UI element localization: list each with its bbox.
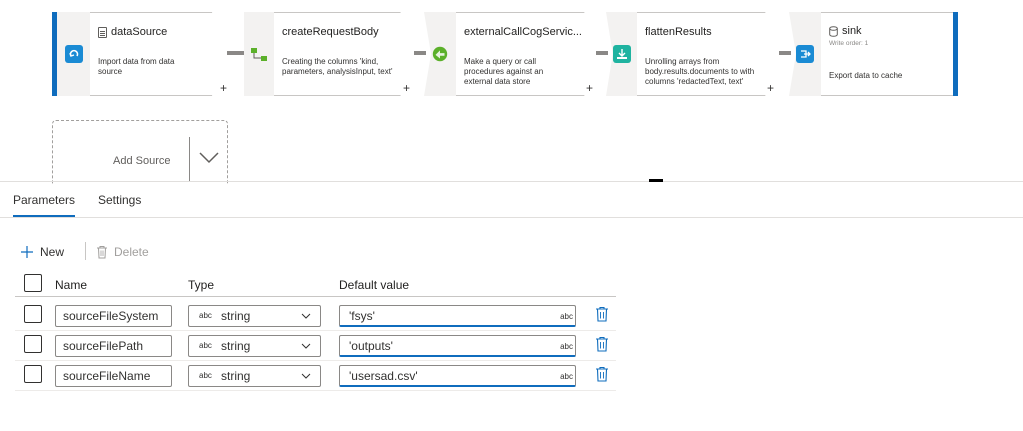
parameter-name-input[interactable]: sourceFileName — [55, 365, 172, 387]
external-call-icon-box[interactable] — [424, 12, 456, 96]
expression-abc-icon: abc — [560, 342, 573, 351]
parameter-type-dropdown[interactable]: abc string — [188, 305, 321, 327]
parameter-default-input[interactable]: 'usersad.csv' abc — [339, 365, 576, 387]
node-datasource-desc: Import data from data source — [98, 57, 175, 76]
default-value-text: 'usersad.csv' — [349, 369, 418, 383]
trash-icon — [97, 246, 107, 259]
row-checkbox[interactable] — [24, 305, 42, 323]
properties-tabs: Parameters Settings — [0, 186, 1023, 218]
node-externalcall[interactable]: externalCallCogServic... Make a query or… — [456, 12, 600, 96]
row-checkbox[interactable] — [24, 365, 42, 383]
delete-button-label: Delete — [114, 245, 149, 259]
node-externalcall-title: externalCallCogServic... — [464, 26, 582, 38]
type-abc-icon: abc — [199, 311, 212, 320]
row-delete-trash-icon[interactable] — [595, 336, 609, 352]
add-transform-button[interactable]: + — [586, 82, 593, 94]
default-value-text: 'outputs' — [349, 339, 393, 353]
parameter-type-dropdown[interactable]: abc string — [188, 335, 321, 357]
dataflow-stream: dataSource Import data from data source … — [52, 12, 958, 96]
expression-abc-icon: abc — [560, 372, 573, 381]
database-icon — [829, 25, 838, 37]
connector-line — [414, 51, 426, 55]
panel-splitter — [0, 181, 1023, 182]
add-source-box[interactable]: Add Source — [52, 120, 228, 184]
node-createrequestbody-title: createRequestBody — [282, 26, 379, 38]
parameter-name-input[interactable]: sourceFileSystem — [55, 305, 172, 327]
expression-abc-icon: abc — [560, 312, 573, 321]
dataflow-canvas: dataSource Import data from data source … — [0, 0, 1023, 184]
node-sink-write-order: Write order: 1 — [829, 40, 869, 47]
add-source-label: Add Source — [113, 155, 171, 167]
connector-line — [779, 51, 791, 55]
node-createrequestbody-desc: Creating the columns 'kind, parameters, … — [282, 57, 393, 76]
chevron-down-icon — [301, 343, 311, 349]
splitter-handle[interactable] — [649, 179, 663, 182]
connector-line — [227, 51, 244, 55]
connector-line — [596, 51, 608, 55]
node-datasource-title: dataSource — [98, 26, 167, 38]
chevron-down-icon[interactable] — [199, 147, 219, 167]
add-source-separator — [189, 137, 190, 181]
flatten-icon-box[interactable] — [606, 12, 637, 96]
document-icon — [98, 26, 107, 38]
node-externalcall-desc: Make a query or call procedures against … — [464, 57, 544, 86]
derived-column-icon — [250, 45, 268, 63]
chevron-down-icon — [301, 373, 311, 379]
add-transform-button[interactable]: + — [767, 82, 774, 94]
node-sink[interactable]: sink Write order: 1 Export data to cache — [821, 12, 953, 96]
new-button[interactable]: New — [20, 242, 64, 262]
plus-icon — [21, 246, 33, 258]
table-row: sourceFileName abc string 'usersad.csv' … — [15, 361, 616, 391]
node-flattenresults-desc: Unrolling arrays from body.results.docum… — [645, 57, 755, 86]
type-abc-icon: abc — [199, 371, 212, 380]
table-row: sourceFilePath abc string 'outputs' abc — [15, 331, 616, 361]
node-flattenresults[interactable]: flattenResults Unrolling arrays from bod… — [637, 12, 781, 96]
parameters-grid-header: Name Type Default value — [15, 270, 616, 297]
flatten-icon — [612, 45, 631, 63]
external-call-icon — [431, 45, 449, 63]
type-abc-icon: abc — [199, 341, 212, 350]
type-value: string — [221, 339, 251, 353]
type-value: string — [221, 309, 251, 323]
chevron-down-icon — [301, 313, 311, 319]
sink-icon-box[interactable] — [789, 12, 821, 96]
derived-column-icon-box[interactable] — [244, 12, 274, 96]
node-flattenresults-title: flattenResults — [645, 26, 712, 38]
parameter-name-input[interactable]: sourceFilePath — [55, 335, 172, 357]
row-delete-trash-icon[interactable] — [595, 366, 609, 382]
new-button-label: New — [40, 245, 65, 259]
tab-settings[interactable]: Settings — [98, 193, 141, 215]
column-header-default: Default value — [339, 278, 410, 292]
source-icon-box[interactable] — [57, 12, 90, 96]
add-transform-button[interactable]: + — [220, 82, 227, 94]
stream-edge-right — [953, 12, 958, 96]
node-datasource[interactable]: dataSource Import data from data source — [90, 12, 227, 96]
column-header-type: Type — [188, 278, 215, 292]
parameter-type-dropdown[interactable]: abc string — [188, 365, 321, 387]
default-value-text: 'fsys' — [349, 309, 375, 323]
tab-parameters[interactable]: Parameters — [13, 193, 76, 217]
column-header-name: Name — [55, 278, 88, 292]
table-row: sourceFileSystem abc string 'fsys' abc — [15, 301, 616, 331]
sink-icon — [796, 45, 814, 63]
source-icon — [64, 45, 83, 63]
parameter-default-input[interactable]: 'outputs' abc — [339, 335, 576, 357]
node-createrequestbody[interactable]: createRequestBody Creating the columns '… — [274, 12, 416, 96]
node-sink-desc: Export data to cache — [829, 71, 903, 80]
parameter-default-input[interactable]: 'fsys' abc — [339, 305, 576, 327]
node-sink-title: sink — [829, 25, 862, 37]
row-delete-trash-icon[interactable] — [595, 306, 609, 322]
delete-button[interactable]: Delete — [96, 242, 149, 262]
select-all-checkbox[interactable] — [24, 274, 42, 292]
type-value: string — [221, 369, 251, 383]
add-transform-button[interactable]: + — [403, 82, 410, 94]
row-checkbox[interactable] — [24, 335, 42, 353]
toolbar-separator — [85, 242, 86, 260]
